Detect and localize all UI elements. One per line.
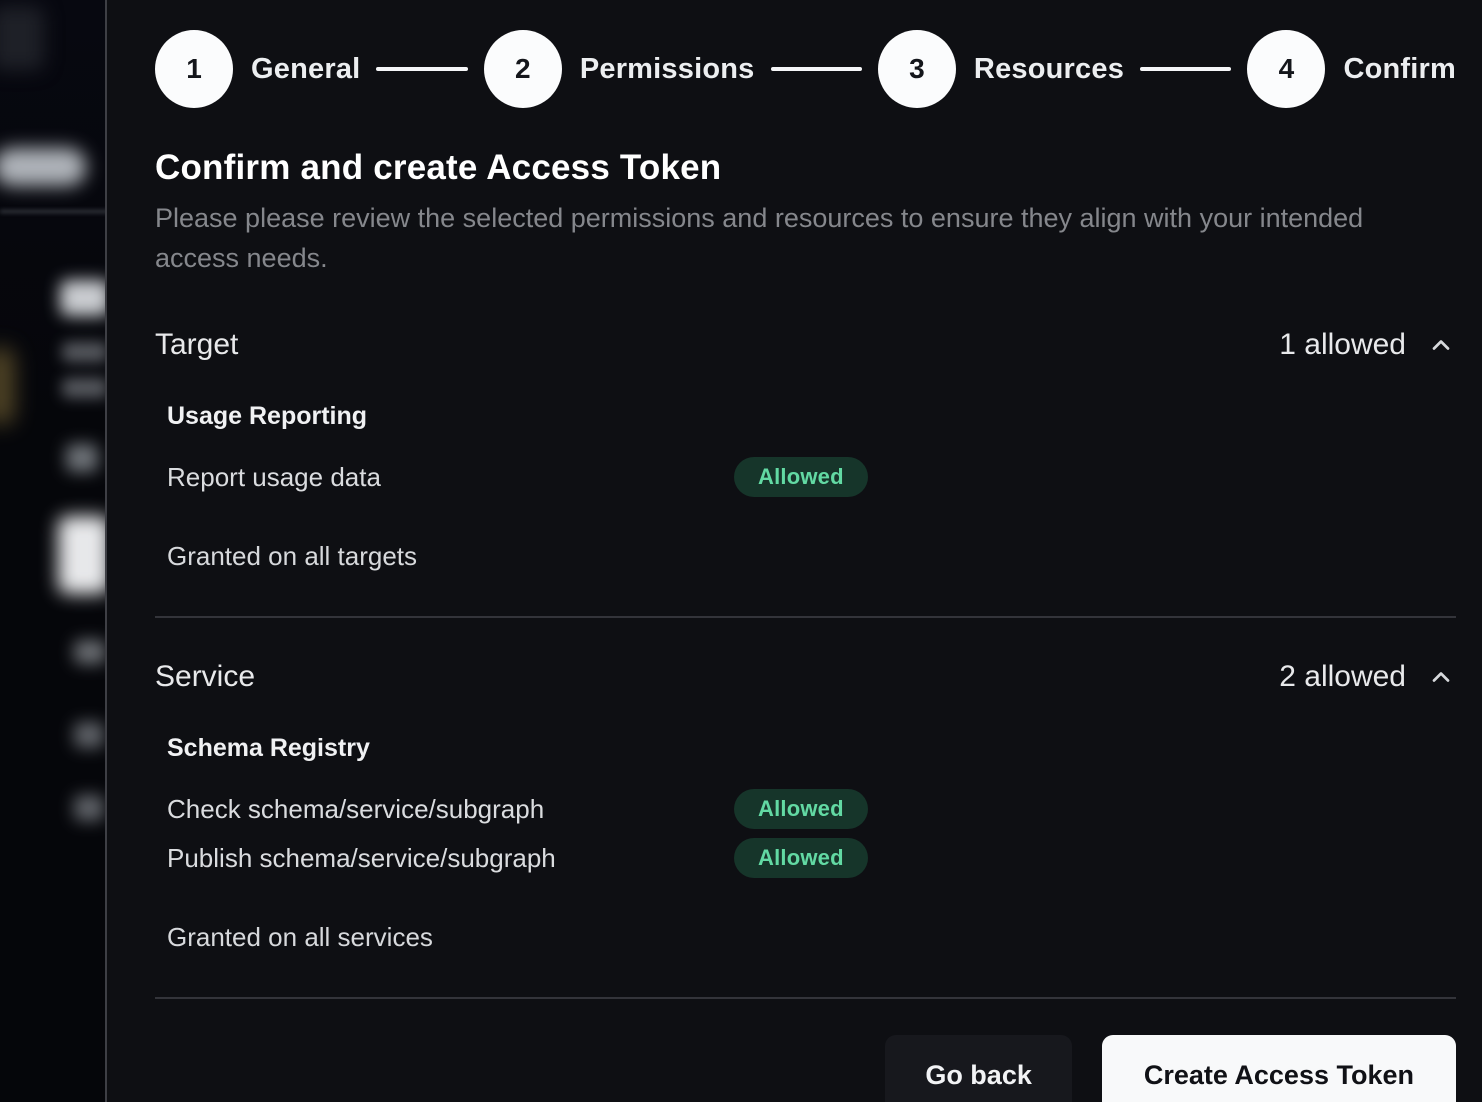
blurred-text-line [62, 342, 105, 362]
page-title: Confirm and create Access Token [155, 148, 1456, 188]
step-general[interactable]: 1 General [155, 30, 360, 108]
step-connector [1140, 67, 1231, 71]
blurred-icon [66, 444, 98, 472]
permission-label: Report usage data [167, 462, 734, 493]
permission-group: Usage Reporting Report usage data Allowe… [155, 402, 1456, 497]
step-number-badge: 1 [155, 30, 233, 108]
step-connector [771, 67, 862, 71]
blurred-accent-blob [0, 348, 14, 424]
section-header: Target 1 allowed [155, 328, 1456, 362]
granted-note: Granted on all targets [155, 541, 1456, 572]
section-collapse-toggle[interactable]: 2 allowed [1279, 660, 1456, 694]
go-back-button[interactable]: Go back [885, 1035, 1072, 1102]
blurred-divider [0, 210, 105, 213]
blurred-card [58, 516, 105, 594]
step-permissions[interactable]: 2 Permissions [484, 30, 755, 108]
create-access-token-button[interactable]: Create Access Token [1102, 1035, 1456, 1102]
status-badge: Allowed [734, 838, 868, 878]
permission-label: Check schema/service/subgraph [167, 794, 734, 825]
permission-label: Publish schema/service/subgraph [167, 843, 734, 874]
section-header: Service 2 allowed [155, 660, 1456, 694]
status-badge: Allowed [734, 457, 868, 497]
section-divider [155, 616, 1456, 618]
blurred-text-line [74, 795, 104, 821]
footer-divider [155, 997, 1456, 999]
section-collapse-toggle[interactable]: 1 allowed [1279, 328, 1456, 362]
allowed-count: 2 allowed [1279, 660, 1406, 694]
blurred-heading-text [60, 280, 105, 316]
section-title: Target [155, 328, 238, 362]
permission-row: Report usage data Allowed [167, 457, 1456, 497]
page-description: Please please review the selected permis… [155, 198, 1390, 278]
backdrop-blurred-page [0, 0, 105, 1102]
allowed-count: 1 allowed [1279, 328, 1406, 362]
step-connector [376, 67, 467, 71]
step-resources[interactable]: 3 Resources [878, 30, 1124, 108]
chevron-up-icon[interactable] [1426, 662, 1456, 692]
step-label: Confirm [1343, 53, 1456, 86]
chevron-up-icon[interactable] [1426, 330, 1456, 360]
step-label: General [251, 53, 360, 86]
permission-group-name: Usage Reporting [167, 402, 1456, 431]
permission-group: Schema Registry Check schema/service/sub… [155, 734, 1456, 878]
blurred-sidebar-item [0, 148, 86, 186]
section-target: Target 1 allowed Usage Reporting Report … [155, 328, 1456, 618]
wizard-stepper: 1 General 2 Permissions 3 Resources 4 Co… [155, 30, 1456, 108]
permission-row: Check schema/service/subgraph Allowed [167, 789, 1456, 829]
blurred-text-line [62, 378, 105, 398]
section-service: Service 2 allowed Schema Registry Check … [155, 660, 1456, 999]
section-title: Service [155, 660, 255, 694]
modal-footer: Go back Create Access Token [155, 1035, 1456, 1102]
step-label: Resources [974, 53, 1124, 86]
granted-note: Granted on all services [155, 922, 1456, 953]
permission-group-name: Schema Registry [167, 734, 1456, 763]
step-number-badge: 4 [1247, 30, 1325, 108]
create-access-token-modal: 1 General 2 Permissions 3 Resources 4 Co… [105, 0, 1482, 1102]
step-number-badge: 2 [484, 30, 562, 108]
status-badge: Allowed [734, 789, 868, 829]
blurred-text-line [74, 640, 105, 664]
blurred-panel [0, 6, 44, 70]
blurred-text-line [74, 722, 104, 748]
step-number-badge: 3 [878, 30, 956, 108]
step-confirm[interactable]: 4 Confirm [1247, 30, 1456, 108]
step-label: Permissions [580, 53, 755, 86]
permission-row: Publish schema/service/subgraph Allowed [167, 838, 1456, 878]
